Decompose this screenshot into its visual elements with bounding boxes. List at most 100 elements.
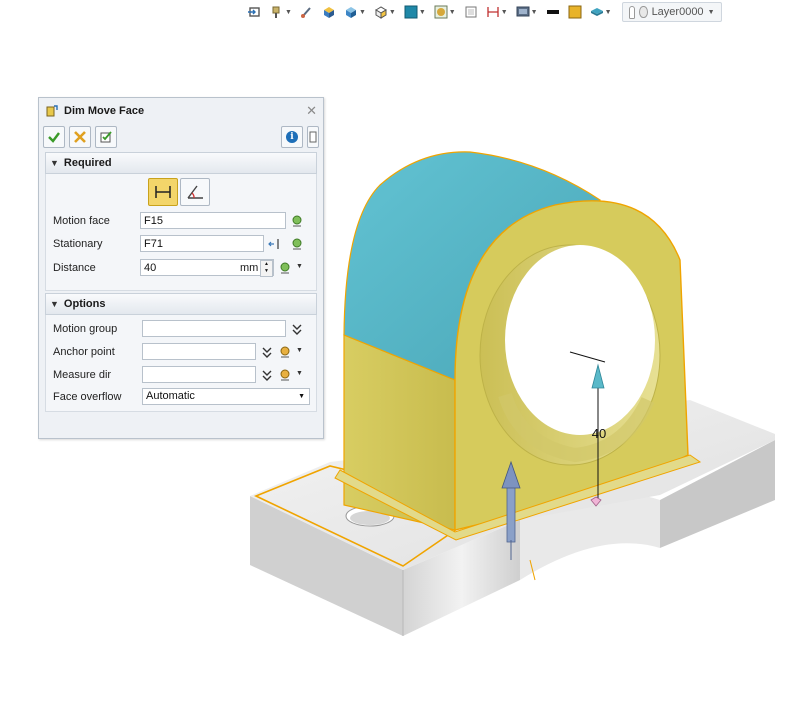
pick-icon[interactable] [290, 237, 304, 251]
layer-color-icon [639, 6, 648, 18]
stationary-field[interactable] [140, 235, 264, 252]
chevron-down-icon[interactable]: ▼ [296, 263, 303, 270]
cancel-x-icon [74, 131, 86, 143]
chevron-down-icon[interactable]: ▼ [296, 347, 303, 354]
options-header-label: Options [63, 298, 106, 310]
paint-icon [272, 6, 280, 18]
layer-style-icon [590, 8, 603, 16]
display-button[interactable]: ▼ [514, 2, 540, 22]
apply-icon [100, 131, 112, 143]
top-toolbar: ▼ ▼ ▼ ▼ ▼ ▼ ▼ ▼ Layer0000 ▼ [246, 0, 722, 24]
yellow-swatch-button[interactable] [566, 2, 584, 22]
motion-group-label: Motion group [53, 323, 118, 335]
distance-label: Distance [53, 262, 96, 274]
pick-icon[interactable] [290, 214, 304, 228]
expand-panel-button[interactable] [307, 126, 319, 148]
yellow-swatch-icon [568, 5, 582, 19]
chevron-down-icon[interactable]: ▼ [296, 370, 303, 377]
info-icon: i [286, 131, 298, 143]
layer-selector[interactable]: Layer0000 ▼ [621, 2, 722, 22]
dim-move-face-dialog: Dim Move Face ✕ i ▼ Required Motion face… [38, 97, 324, 439]
move-face-icon [46, 105, 58, 117]
required-section-header[interactable]: ▼ Required [45, 152, 317, 174]
line-style-icon [546, 10, 559, 14]
linear-dimension-mode-button[interactable] [148, 178, 178, 206]
shade-button[interactable] [320, 2, 338, 22]
shade-icon [323, 7, 334, 18]
distance-spinner[interactable]: ▲ ▼ [260, 260, 273, 277]
cancel-button[interactable] [69, 126, 91, 148]
view-cube-icon [374, 6, 387, 19]
face-overflow-value: Automatic [146, 390, 195, 402]
face-overflow-select[interactable]: Automatic ▼ [142, 388, 310, 405]
chevron-down-icon: ▼ [707, 8, 715, 16]
collapse-triangle-icon: ▼ [50, 299, 59, 309]
import-icon [248, 7, 260, 17]
color-button[interactable]: ▼ [402, 2, 428, 22]
anchor-point-field[interactable] [142, 343, 256, 360]
measure-dir-row: Measure dir ▼ [46, 364, 316, 387]
motion-group-row: Motion group [46, 318, 316, 341]
chevron-down-icon: ▼ [448, 8, 456, 16]
render-icon [434, 5, 448, 19]
dialog-title: Dim Move Face [64, 105, 145, 117]
double-chevron-down-icon[interactable] [260, 368, 274, 382]
display-icon [516, 6, 530, 17]
motion-group-field[interactable] [142, 320, 286, 337]
cube-button[interactable]: ▼ [342, 2, 368, 22]
stationary-label: Stationary [53, 238, 103, 250]
layer-name: Layer0000 [651, 6, 704, 18]
chevron-down-icon: ▼ [418, 8, 426, 16]
paint-button[interactable]: ▼ [268, 2, 294, 22]
double-chevron-down-icon[interactable] [260, 345, 274, 359]
frame-button[interactable] [462, 2, 480, 22]
pick-point-icon[interactable] [278, 345, 292, 359]
dimension-value-label: 40 [592, 426, 606, 441]
measure-dir-field[interactable] [142, 366, 256, 383]
apply-button[interactable] [95, 126, 117, 148]
anchor-point-label: Anchor point [53, 346, 115, 358]
import-button[interactable] [246, 2, 264, 22]
view-cube-button[interactable]: ▼ [372, 2, 398, 22]
mode-toggle-group [148, 178, 210, 206]
checkmark-icon [48, 132, 60, 143]
options-section-header[interactable]: ▼ Options [45, 293, 317, 315]
brush-icon [300, 7, 311, 18]
pick-icon[interactable] [278, 261, 292, 275]
chevron-down-icon: ▼ [530, 8, 538, 16]
collapse-triangle-icon: ▼ [50, 158, 59, 168]
bulb-icon [628, 5, 636, 19]
chevron-down-icon: ▼ [388, 8, 396, 16]
help-button[interactable]: i [281, 126, 303, 148]
motion-face-field[interactable] [140, 212, 286, 229]
angular-dimension-icon [187, 185, 203, 199]
layer-style-button[interactable]: ▼ [588, 2, 614, 22]
distance-unit: mm [240, 262, 259, 274]
dialog-title-bar[interactable]: Dim Move Face ✕ [39, 98, 323, 124]
anchor-point-row: Anchor point ▼ [46, 341, 316, 364]
stationary-select-icon[interactable] [268, 237, 282, 251]
dialog-action-bar: i [39, 124, 323, 150]
color-icon [404, 5, 418, 19]
options-section-body: Motion group Anchor point ▼ Measure dir … [45, 315, 317, 412]
line-style-button[interactable] [544, 2, 562, 22]
double-chevron-down-icon[interactable] [290, 322, 304, 336]
render-button[interactable]: ▼ [432, 2, 458, 22]
face-overflow-label: Face overflow [53, 391, 122, 403]
distance-row: Distance mm ▲▼ ▼ [46, 257, 316, 280]
chevron-down-icon: ▼ [604, 8, 612, 16]
chevron-down-icon: ▼ [285, 8, 292, 16]
pick-point-icon[interactable] [278, 368, 292, 382]
ok-button[interactable] [43, 126, 65, 148]
chevron-down-icon: ▼ [298, 393, 305, 400]
stationary-row: Stationary [46, 233, 316, 256]
chevron-down-icon: ▼ [500, 8, 508, 16]
measure-dir-label: Measure dir [53, 369, 112, 381]
angular-dimension-mode-button[interactable] [180, 178, 210, 206]
page-icon [309, 131, 317, 143]
dimension-button[interactable]: ▼ [484, 2, 510, 22]
motion-face-row: Motion face [46, 210, 316, 233]
required-header-label: Required [63, 157, 112, 169]
brush-button[interactable] [298, 2, 316, 22]
close-icon[interactable]: ✕ [306, 103, 317, 119]
